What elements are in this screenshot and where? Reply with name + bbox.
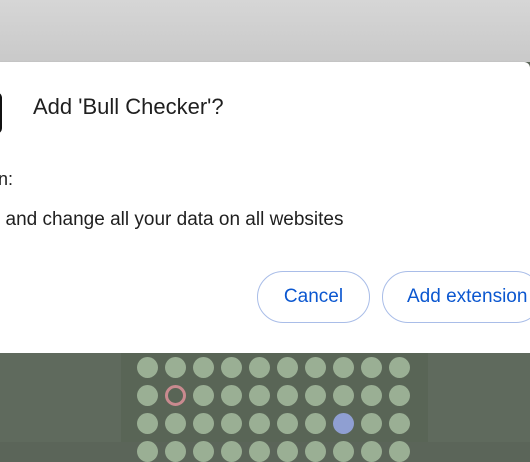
board-dot[interactable] [165,413,186,434]
board-dot[interactable] [305,385,326,406]
board-dot[interactable] [333,441,354,462]
board-dot[interactable] [389,385,410,406]
browser-top-strip [0,0,530,62]
permissions-label: n: [0,169,14,189]
game-board-background [0,353,530,462]
board-dot[interactable] [333,385,354,406]
board-dot[interactable] [389,441,410,462]
add-extension-button[interactable]: Add extension [382,271,530,323]
board-dot[interactable] [361,357,382,378]
board-dot[interactable] [137,385,158,406]
board-dot[interactable] [193,357,214,378]
cancel-button[interactable]: Cancel [257,271,370,323]
board-dot[interactable] [361,385,382,406]
board-dot[interactable] [389,413,410,434]
board-dot[interactable] [277,357,298,378]
board-dot[interactable] [221,385,242,406]
extension-icon [0,92,2,134]
board-dot[interactable] [277,385,298,406]
board-dot[interactable] [193,441,214,462]
board-dot-highlight[interactable] [333,413,354,434]
board-dot[interactable] [221,413,242,434]
board-dot[interactable] [305,413,326,434]
board-dot[interactable] [193,413,214,434]
board-dot[interactable] [333,357,354,378]
board-dot[interactable] [305,357,326,378]
game-board [121,353,428,462]
board-dot[interactable] [389,357,410,378]
board-dot[interactable] [193,385,214,406]
board-dot[interactable] [361,441,382,462]
board-dot[interactable] [277,441,298,462]
board-dot[interactable] [361,413,382,434]
permission-item: l and change all your data on all websit… [0,209,344,230]
board-dot[interactable] [221,357,242,378]
board-dot-ring[interactable] [165,385,186,406]
board-dot[interactable] [165,441,186,462]
board-dot[interactable] [249,357,270,378]
board-dot[interactable] [277,413,298,434]
dialog-title: Add 'Bull Checker'? [33,94,224,119]
board-dot[interactable] [249,385,270,406]
board-dot[interactable] [165,357,186,378]
board-dot[interactable] [137,357,158,378]
board-dot[interactable] [137,413,158,434]
board-dot[interactable] [137,441,158,462]
board-dot[interactable] [249,441,270,462]
board-dot[interactable] [305,441,326,462]
add-extension-dialog: Add 'Bull Checker'? n: l and change all … [0,62,530,353]
board-dot[interactable] [249,413,270,434]
board-dot[interactable] [221,441,242,462]
